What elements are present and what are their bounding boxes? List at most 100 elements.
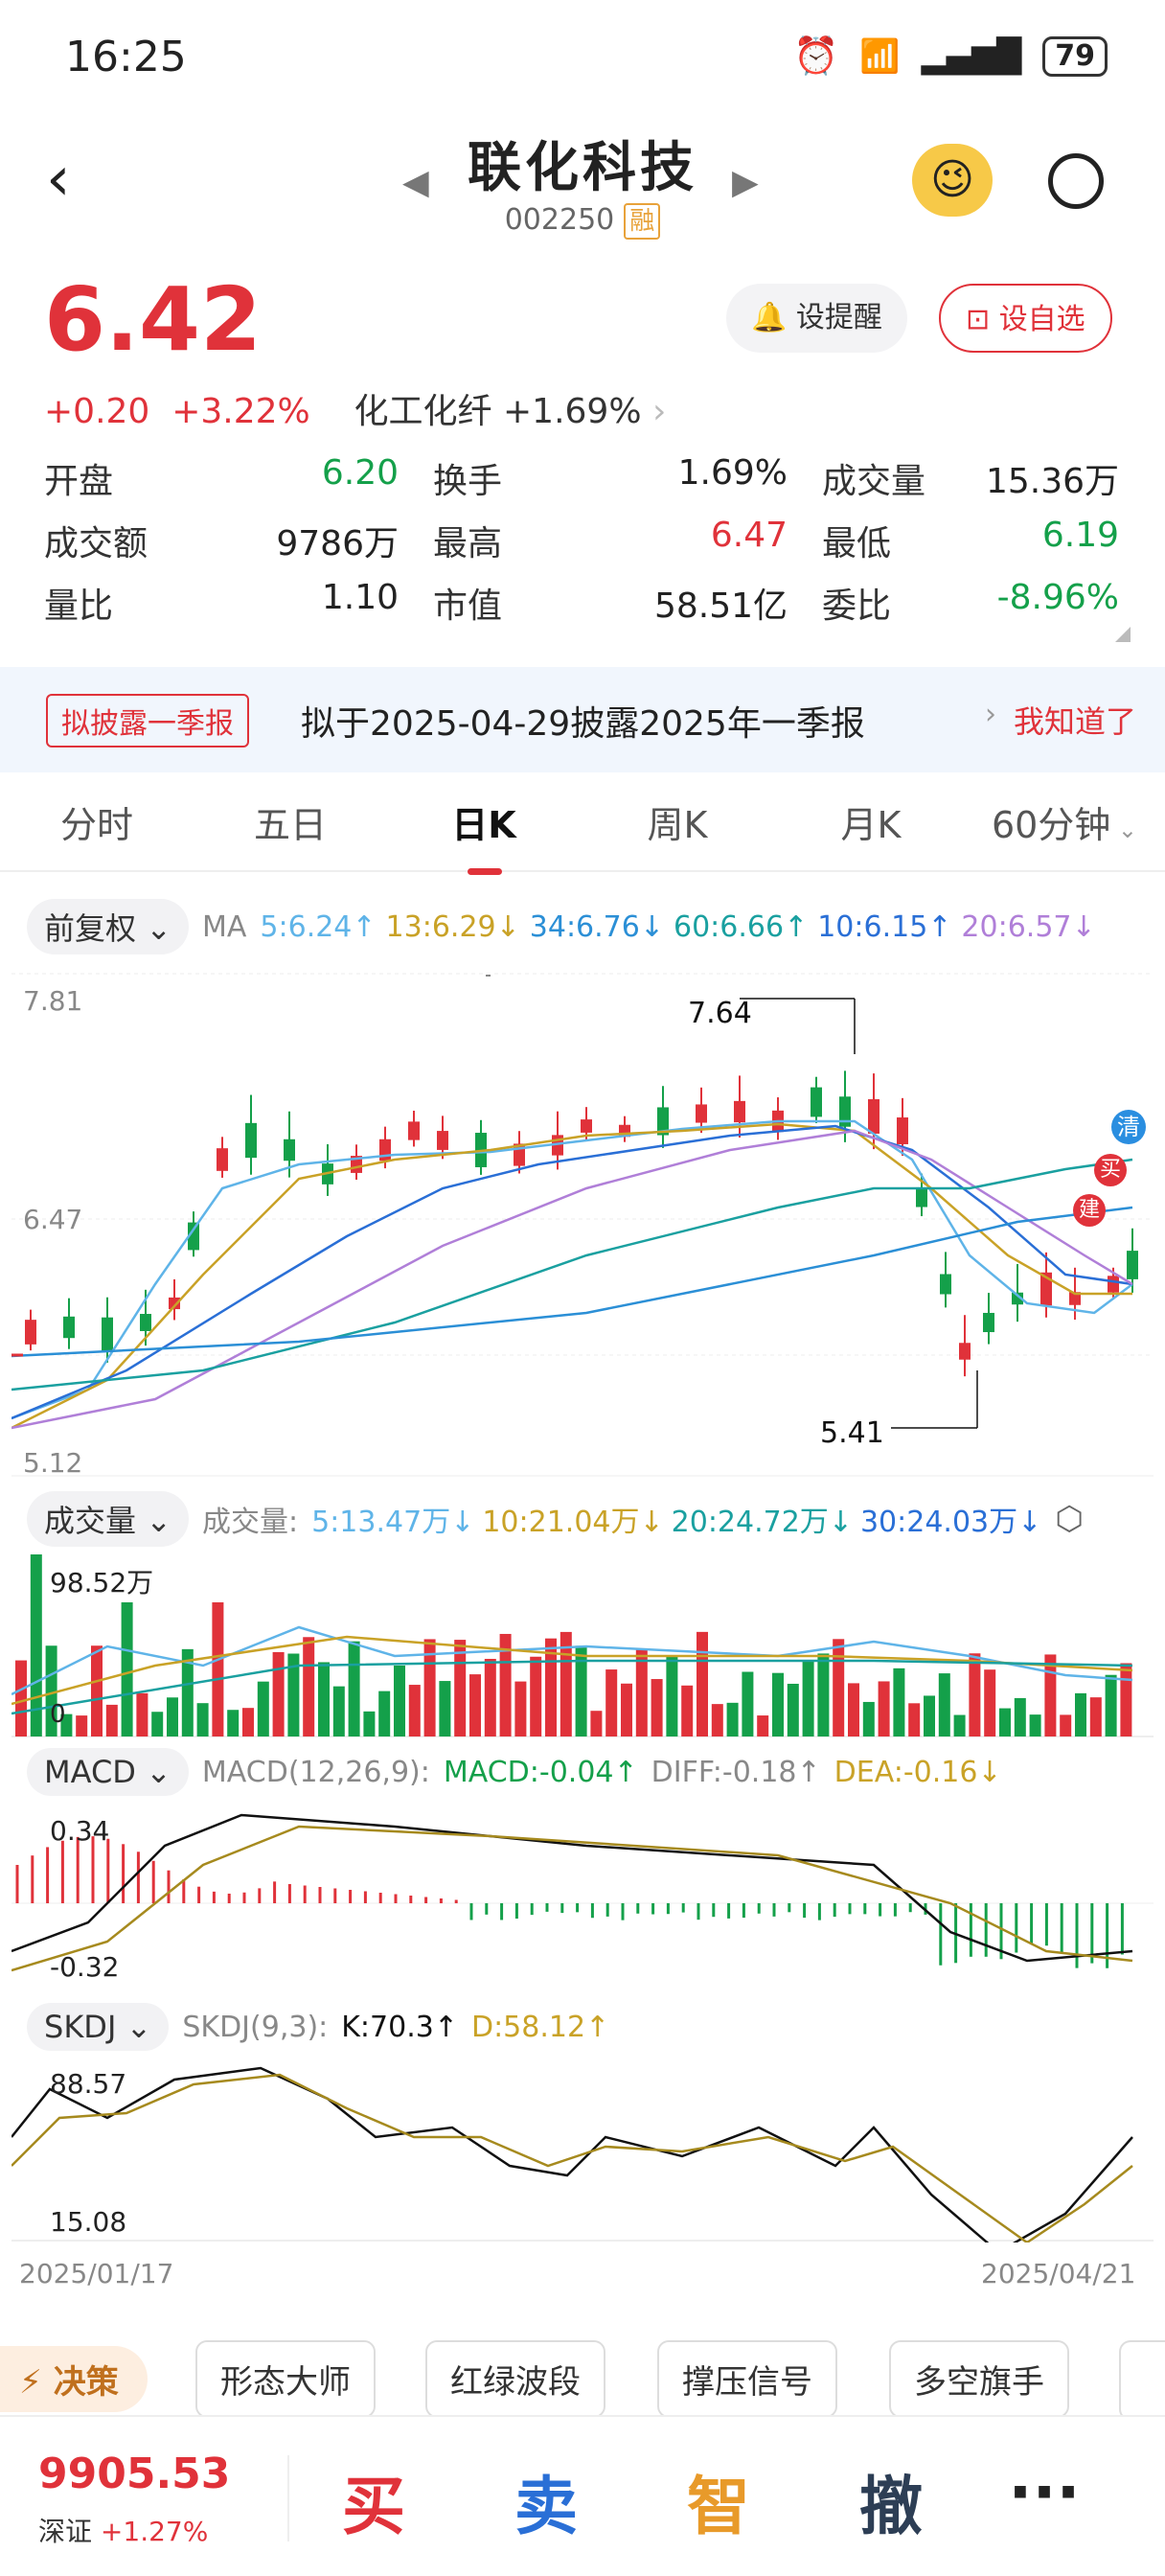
volume-bar [151,1712,164,1736]
macd-chart[interactable] [11,1807,1154,1995]
volume-title: 成交量: [202,1506,299,1539]
volume-bar [227,1710,240,1736]
tab-60min[interactable]: 60分钟 ⌄ [968,795,1161,848]
volume-bar [439,1681,451,1736]
ma-value: 13:6.29↓ [385,909,520,944]
skdj-dropdown[interactable]: SKDJ ⌄ [27,2003,170,2051]
sell-button[interactable]: 卖 [460,2455,632,2547]
tab-daily-k[interactable]: 日K [387,795,581,875]
kline-axis-top: 7.81 [23,985,83,1017]
volume-bar [924,1695,935,1736]
volume-bar [848,1683,859,1736]
volume-bar [1089,1697,1102,1736]
stat-value: 6.19 [1041,515,1119,555]
volume-bar [742,1671,754,1736]
more-button[interactable]: ··· [968,2455,1121,2529]
index-value[interactable]: 9905.53 [38,2450,230,2498]
tool-bull-bear-flag[interactable]: 多空旗手 [889,2340,1069,2418]
volume-chart[interactable] [11,1551,1154,1738]
volume-bar [605,1669,618,1736]
add-watchlist-button[interactable]: ⊡ 设自选 [939,284,1112,353]
build-badge[interactable]: 建 [1073,1194,1106,1227]
change-row[interactable]: +0.20 +3.22% 化工化纤 +1.69% › [44,383,666,433]
skdj-axis-bot: 15.08 [50,2206,127,2238]
stat-label: 最高 [433,523,503,564]
stat-value: -8.96% [996,577,1119,617]
expand-corner-icon[interactable] [1115,627,1131,642]
settings-icon[interactable]: ⬡ [1055,1500,1084,1538]
candle-body [245,1122,257,1159]
ma-value: 10:6.15↑ [817,909,952,944]
volume-bar [212,1602,224,1736]
code-text: 002250 [504,203,615,237]
dismiss-notice-button[interactable]: 我知道了 [1014,698,1136,742]
kline-axis-mid: 6.47 [23,1204,83,1235]
volume-bar [1120,1663,1132,1736]
volume-bar [999,1708,1011,1736]
candle-body [916,1188,927,1208]
tab-weekly-k[interactable]: 周K [581,795,774,848]
price-change-pct: +3.22% [171,392,310,431]
tool-pattern-master[interactable]: 形态大师 [195,2340,376,2418]
macd-axis-bot: -0.32 [50,1951,120,1983]
stats-row: 开盘 6.20 换手 1.69% 成交量 15.36万 [44,447,1127,509]
disclosure-notice[interactable]: 拟披露一季报 拟于2025-04-29披露2025年一季报 › 我知道了 [0,667,1165,772]
volume-bar [378,1690,391,1736]
skdj-params: SKDJ(9,3): [182,2010,329,2044]
tab-monthly-k[interactable]: 月K [774,795,968,848]
date-end: 2025/04/21 [981,2258,1136,2289]
set-alert-button[interactable]: 🔔 设提醒 [726,284,907,353]
stat-cell: 委比 -8.96% [822,578,1119,628]
search-icon[interactable] [1048,153,1104,209]
volume-bar [726,1702,739,1736]
smart-button[interactable]: 智 [632,2455,805,2547]
tool-red-green-band[interactable]: 红绿波段 [425,2340,605,2418]
ma-values: 5:6.24↑ 13:6.29↓ 34:6.76↓ 60:6.66↑ 10:6.15↑ 2… [260,910,1095,944]
ma-label: MA [202,909,247,944]
volume-bar [91,1645,103,1736]
mascot-icon[interactable]: 😉 [912,144,993,217]
candle-body [217,1148,228,1171]
tool-support-resistance[interactable]: 撑压信号 [657,2340,837,2418]
kline-axis-bot: 5.12 [23,1447,83,1479]
tab-intraday[interactable]: 分时 [0,795,194,848]
clear-badge[interactable]: 清 [1111,1110,1146,1144]
wifi-icon: 📶 [859,36,901,76]
volume-dropdown-label: 成交量 [44,1503,137,1539]
notice-text: 拟于2025-04-29披露2025年一季报 [301,704,865,744]
volume-bar [893,1668,905,1736]
volume-bar [953,1714,966,1736]
candle-body [284,1138,295,1162]
buy-badge[interactable]: 买 [1094,1154,1127,1186]
volume-bar [969,1653,981,1736]
volume-bar [408,1685,421,1736]
ma-value: 5:6.24↑ [260,909,377,944]
buy-button[interactable]: 买 [287,2455,460,2547]
volume-bar [802,1660,814,1736]
volume-bar [530,1656,542,1736]
volume-bar [15,1660,27,1736]
k-line [11,2066,1133,2242]
stat-label: 成交额 [44,523,148,564]
adjust-dropdown[interactable]: 前复权 ⌄ [27,899,189,954]
decision-button[interactable]: ⚡ 决策 [0,2346,148,2412]
stat-value: 6.47 [710,515,788,555]
cancel-button[interactable]: 撤 [805,2455,977,2547]
tool-more-partial[interactable] [1119,2340,1165,2421]
decision-tools-row: ⚡ 决策 形态大师 红绿波段 撑压信号 多空旗手 [0,2340,1165,2426]
kline-chart[interactable] [11,968,1154,1485]
volume-bar [484,1658,496,1736]
volume-bar [681,1685,694,1736]
stat-value: 1.10 [321,577,399,617]
macd-dropdown[interactable]: MACD ⌄ [27,1748,189,1796]
status-time: 16:25 [65,33,187,81]
tab-five-day[interactable]: 五日 [194,795,387,848]
skdj-chart[interactable] [11,2060,1154,2242]
diff-value: DIFF:-0.18↑ [651,1755,821,1789]
skdj-d-value: D:58.12↑ [470,2010,610,2044]
volume-dropdown[interactable]: 成交量 ⌄ [27,1491,189,1547]
volume-max: 98.52万 [50,1567,154,1598]
volume-bar [257,1681,269,1736]
volume-bar [454,1640,467,1736]
volume-bar [1029,1714,1041,1736]
